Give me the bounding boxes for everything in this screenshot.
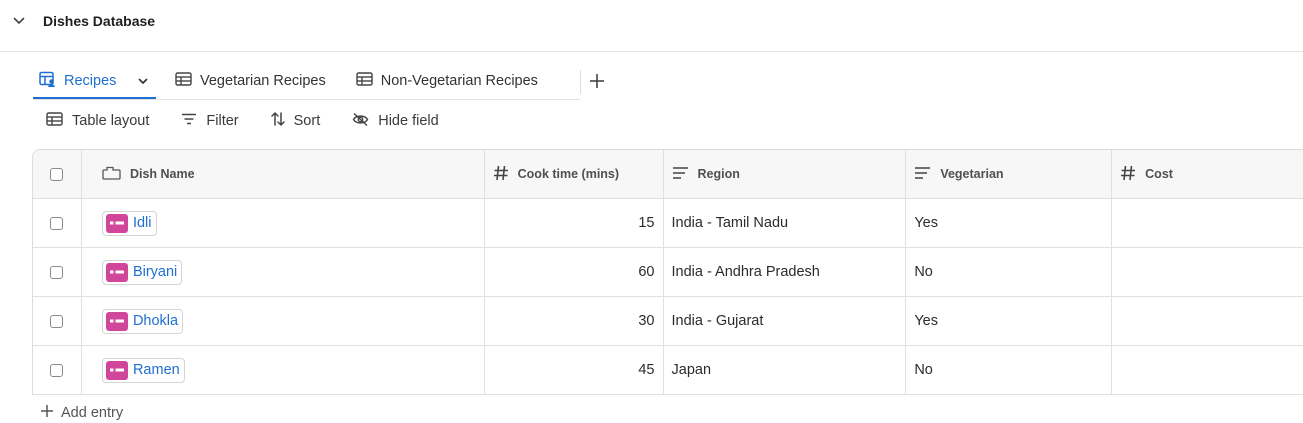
hide-field-button[interactable]: Hide field [352,112,439,131]
cook-time-cell[interactable]: 45 [485,346,664,394]
dish-chip[interactable]: Ramen [101,357,185,383]
row-checkbox[interactable] [50,314,64,328]
table-icon [356,72,373,90]
hide-field-label: Hide field [378,113,439,129]
region-cell[interactable]: India - Gujarat [664,297,907,345]
column-header-vegetarian[interactable]: Vegetarian [906,150,1113,198]
tabs-separator [580,70,581,94]
row-select-cell [33,346,82,394]
sort-button[interactable]: Sort [270,111,321,131]
table-layout-label: Table layout [72,113,150,129]
select-all-checkbox[interactable] [50,167,64,181]
plus-icon [40,404,54,422]
dish-chip[interactable]: Idli [101,210,157,236]
tab-non-vegetarian-recipes[interactable]: Non-Vegetarian Recipes [350,62,544,100]
column-label: Vegetarian [940,167,1004,181]
row-checkbox[interactable] [50,363,64,377]
tab-label: Vegetarian Recipes [200,73,326,89]
sort-arrows-icon [270,111,285,131]
cost-cell[interactable] [1112,297,1303,345]
dish-name-cell[interactable]: Idli [82,199,485,247]
row-checkbox[interactable] [50,216,64,230]
tab-vegetarian-recipes[interactable]: Vegetarian Recipes [169,62,332,100]
dish-name: Ramen [132,362,180,378]
row-select-cell [33,248,82,296]
record-icon [105,360,128,380]
select-all-cell [33,150,82,198]
filter-label: Filter [206,113,239,129]
table-row[interactable]: Biryani 60 India - Andhra Pradesh No [33,248,1303,297]
table-icon [46,112,63,130]
vegetarian-cell[interactable]: Yes [906,297,1113,345]
view-toolbar: Table layout Filter Sort Hide field [46,110,471,132]
column-label: Dish Name [129,167,195,181]
view-tabs: Recipes Vegetarian Recipes Non-Vegetaria… [33,62,544,100]
column-label: Region [697,167,740,181]
row-checkbox[interactable] [50,265,64,279]
record-icon [105,262,128,282]
column-header-dish-name[interactable]: Dish Name [82,150,485,198]
vegetarian-cell[interactable]: No [906,346,1113,394]
table-user-icon [39,71,56,91]
sort-label: Sort [293,113,321,129]
add-entry-label: Add entry [61,405,124,421]
region-cell[interactable]: India - Andhra Pradesh [664,248,907,296]
table-row[interactable]: Idli 15 India - Tamil Nadu Yes [33,199,1303,248]
records-table: Dish Name Cook time (mins) Region Vegeta… [32,149,1303,395]
database-title: Dishes Database [43,13,156,29]
tabs-divider [33,99,580,100]
table-layout-button[interactable]: Table layout [46,112,149,130]
hash-icon [1120,165,1136,184]
table-icon [175,72,192,90]
cook-time-cell[interactable]: 60 [485,248,664,296]
dish-name: Dhokla [132,313,179,329]
vegetarian-cell[interactable]: Yes [906,199,1113,247]
add-entry-button[interactable]: Add entry [40,404,123,422]
vegetarian-cell[interactable]: No [906,248,1113,296]
collapse-chevron-icon[interactable] [10,12,28,30]
tab-label: Non-Vegetarian Recipes [380,73,538,89]
cost-cell[interactable] [1112,248,1303,296]
column-label: Cost [1145,167,1173,181]
cook-time-cell[interactable]: 30 [485,297,664,345]
column-label: Cook time (mins) [517,167,620,181]
dish-name-cell[interactable]: Dhokla [82,297,485,345]
table-header-row: Dish Name Cook time (mins) Region Vegeta… [33,150,1303,199]
column-header-cook-time[interactable]: Cook time (mins) [485,150,664,198]
tab-dropdown-chevron-icon[interactable] [138,73,148,89]
tab-label: Recipes [64,73,117,89]
dish-name: Biryani [132,264,178,280]
dish-name: Idli [132,215,152,231]
database-header: Dishes Database [0,0,1303,52]
record-icon [105,311,128,331]
filter-button[interactable]: Filter [181,113,239,129]
region-cell[interactable]: Japan [664,346,907,394]
table-row[interactable]: Ramen 45 Japan No [33,346,1303,395]
tab-recipes[interactable]: Recipes [33,62,156,100]
region-cell[interactable]: India - Tamil Nadu [664,199,907,247]
dish-name-cell[interactable]: Biryani [82,248,485,296]
row-select-cell [33,297,82,345]
column-header-cost[interactable]: Cost [1112,150,1303,198]
table-row[interactable]: Dhokla 30 India - Gujarat Yes [33,297,1303,346]
filter-lines-icon [181,113,197,129]
column-header-region[interactable]: Region [664,150,907,198]
eye-off-icon [352,112,369,131]
row-select-cell [33,199,82,247]
dish-chip[interactable]: Biryani [101,259,183,285]
dish-chip[interactable]: Dhokla [101,308,184,334]
dish-name-cell[interactable]: Ramen [82,346,485,394]
text-lines-icon [914,166,931,183]
cost-cell[interactable] [1112,199,1303,247]
record-icon [105,213,128,233]
cost-cell[interactable] [1112,346,1303,394]
cook-time-cell[interactable]: 15 [485,199,664,247]
add-view-plus-icon[interactable] [588,71,606,91]
tag-icon [102,166,121,183]
hash-icon [493,165,509,184]
text-lines-icon [672,166,689,183]
